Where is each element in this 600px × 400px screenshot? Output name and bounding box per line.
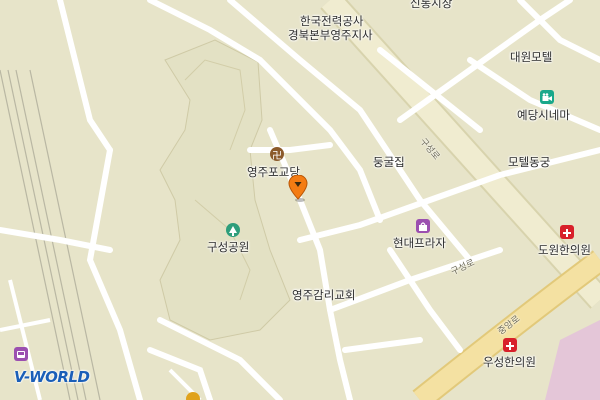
- label-useong-clinic[interactable]: 우성한의원: [483, 355, 536, 369]
- label-hyundai-plaza[interactable]: 현대프라자: [393, 236, 446, 250]
- label-donggul-jip[interactable]: 둥굴집: [373, 155, 405, 169]
- label-kepco[interactable]: 한국전력공사: [300, 14, 363, 28]
- temple-icon[interactable]: 卍: [270, 147, 284, 162]
- cinema-icon[interactable]: [540, 90, 554, 104]
- poi-icon-bottom[interactable]: [186, 392, 200, 400]
- park-area: [159, 39, 291, 341]
- svg-text:卍: 卍: [272, 150, 282, 162]
- label-daewon-motel[interactable]: 대원모텔: [510, 50, 552, 64]
- label-yedang-cinema[interactable]: 예당시네마: [517, 108, 570, 122]
- label-guseong-park[interactable]: 구성공원: [207, 240, 249, 254]
- building-block: [545, 320, 600, 400]
- label-motel-dunggung[interactable]: 모텔동궁: [508, 155, 550, 169]
- park-icon[interactable]: [226, 223, 240, 237]
- label-methodist-church[interactable]: 영주감리교회: [292, 288, 355, 302]
- label-shinseung-market[interactable]: 신통시장: [410, 0, 452, 10]
- label-kepco-branch[interactable]: 경북본부영주지사: [288, 28, 373, 42]
- location-marker-icon[interactable]: [288, 175, 308, 203]
- hospital-icon-useong[interactable]: [503, 338, 517, 352]
- map-viewport[interactable]: 신통시장 한국전력공사 경북본부영주지사 대원모텔 예당시네마 모텔동궁 둥굴집…: [0, 0, 600, 400]
- label-dowon-clinic[interactable]: 도원한의원: [538, 243, 591, 257]
- hospital-icon-dowon[interactable]: [560, 225, 574, 239]
- vworld-logo: V-WORLD: [14, 368, 90, 386]
- bus-icon[interactable]: [14, 347, 28, 361]
- shopping-icon[interactable]: [416, 219, 430, 233]
